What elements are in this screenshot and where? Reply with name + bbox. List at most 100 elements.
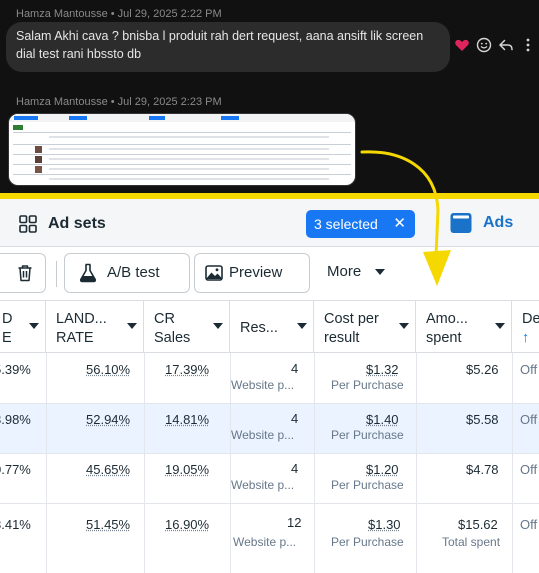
- cell-results: 4: [291, 361, 299, 376]
- message-meta: Hamza Mantousse • Jul 29, 2025 2:22 PM: [16, 8, 222, 20]
- cell-results-type: Website p...: [231, 378, 295, 392]
- cell-results-type: Website p...: [233, 535, 297, 549]
- cell-delivery: Off: [520, 362, 538, 377]
- sort-arrow-up-icon: ↑: [522, 330, 530, 346]
- cell-cr-sales: 14.81%: [165, 412, 210, 427]
- cell-cr-sales: 19.05%: [165, 462, 210, 477]
- cell-cr-sales: 17.39%: [165, 362, 210, 377]
- tab-ad-sets[interactable]: Ad sets: [48, 215, 106, 233]
- cell-delivery: Off: [520, 462, 538, 477]
- column-divider: [144, 353, 145, 573]
- message-text-line2: dial test rani hbssto db: [16, 47, 142, 61]
- chat-panel: Hamza Mantousse • Jul 29, 2025 2:22 PM S…: [0, 0, 539, 193]
- cell-delivery: Off: [520, 517, 538, 532]
- column-header-line2: spent: [426, 330, 462, 346]
- reply-icon[interactable]: [498, 37, 514, 53]
- cell-cost-per-result: $1.30: [368, 517, 401, 532]
- column-header-partial[interactable]: D E: [0, 301, 46, 353]
- cell-cost-type: Per Purchase: [331, 535, 404, 549]
- ad-sets-table: D E LAND... RATE CR Sales Res... Cost pe…: [0, 301, 539, 573]
- ads-manager-header: Ad sets 3 selected ✕ Ads: [0, 199, 539, 247]
- column-divider: [512, 353, 513, 573]
- table-row[interactable]: 5.39% 56.10% 17.39% 4 Website p... $1.32…: [0, 354, 539, 404]
- cell-partial: 5.39%: [0, 362, 31, 377]
- column-header-line2: RATE: [56, 330, 94, 346]
- cell-cost-type: Per Purchase: [331, 428, 404, 442]
- cell-results: 12: [287, 515, 302, 530]
- image-preview-icon: [205, 265, 223, 281]
- selected-count-chip[interactable]: 3 selected ✕: [306, 210, 415, 238]
- cell-amount-spent: $4.78: [466, 462, 499, 477]
- cell-results-type: Website p...: [231, 478, 295, 492]
- cell-landing-rate: 52.94%: [86, 412, 131, 427]
- cell-landing-rate: 51.45%: [86, 517, 131, 532]
- delete-button[interactable]: [0, 253, 46, 293]
- cell-cost-type: Per Purchase: [331, 378, 404, 392]
- more-dropdown[interactable]: More: [327, 263, 386, 280]
- cell-delivery: Off: [520, 412, 538, 427]
- table-summary-row: 3.41% 51.45% 16.90% 12 Website p... $1.3…: [0, 504, 539, 573]
- column-header-landing-rate[interactable]: LAND... RATE: [46, 301, 144, 353]
- message-text-line1: Salam Akhi cava ? bnisba l produit rah d…: [16, 29, 424, 43]
- trash-icon: [18, 265, 32, 282]
- message-bubble[interactable]: Salam Akhi cava ? bnisba l produit rah d…: [6, 22, 450, 72]
- preview-label: Preview: [229, 264, 283, 281]
- ads-icon: [450, 213, 472, 233]
- cell-spent-type: Total spent: [442, 535, 501, 549]
- emoji-react-icon[interactable]: [476, 37, 492, 53]
- cell-results: 4: [291, 461, 299, 476]
- column-header-line2: E: [2, 330, 12, 346]
- ad-sets-grid-icon: [19, 215, 37, 233]
- cell-cr-sales: 16.90%: [165, 517, 210, 532]
- column-divider: [46, 353, 47, 573]
- cell-amount-spent: $5.58: [466, 412, 499, 427]
- cell-amount-spent: $5.26: [466, 362, 499, 377]
- table-row[interactable]: 0.77% 45.65% 19.05% 4 Website p... $1.20…: [0, 454, 539, 504]
- column-header-cr-sales[interactable]: CR Sales: [144, 301, 230, 353]
- cell-cost-per-result: $1.20: [366, 462, 399, 477]
- cell-results-type: Website p...: [231, 428, 295, 442]
- column-divider: [230, 353, 231, 573]
- cell-cost-per-result: $1.32: [366, 362, 399, 377]
- sort-caret-icon: [29, 323, 39, 329]
- sort-caret-icon: [495, 323, 505, 329]
- ab-test-button[interactable]: A/B test: [64, 253, 190, 293]
- sort-caret-icon: [297, 323, 307, 329]
- tab-ads[interactable]: Ads: [483, 214, 513, 232]
- sort-caret-icon: [399, 323, 409, 329]
- column-header-line2: result: [324, 330, 360, 346]
- cell-results: 4: [291, 411, 299, 426]
- cell-landing-rate: 56.10%: [86, 362, 131, 377]
- clear-selection-close-icon[interactable]: ✕: [393, 210, 406, 238]
- flask-icon: [79, 263, 97, 283]
- cell-amount-spent: $15.62: [458, 517, 498, 532]
- column-header-results[interactable]: Res...: [230, 301, 314, 353]
- cell-landing-rate: 45.65%: [86, 462, 131, 477]
- toolbar-separator: [56, 261, 57, 287]
- column-header-amount-spent[interactable]: Amo... spent: [416, 301, 512, 353]
- more-label: More: [327, 263, 362, 280]
- column-header-line1: De: [522, 311, 539, 327]
- more-options-icon[interactable]: [520, 37, 536, 53]
- sort-caret-icon: [127, 323, 137, 329]
- column-header-line2: Sales: [154, 330, 191, 346]
- chevron-down-icon: [375, 269, 386, 276]
- ab-test-label: A/B test: [107, 264, 160, 281]
- table-row[interactable]: 3.98% 52.94% 14.81% 4 Website p... $1.40…: [0, 404, 539, 454]
- column-header-cost-per-result[interactable]: Cost per result: [314, 301, 416, 353]
- preview-button[interactable]: Preview: [194, 253, 310, 293]
- heart-reaction-icon[interactable]: [454, 37, 470, 53]
- sort-caret-icon: [213, 323, 223, 329]
- screenshot-attachment[interactable]: [8, 113, 356, 186]
- selected-count-label: 3 selected: [314, 216, 378, 232]
- column-divider: [314, 353, 315, 573]
- cell-cost-type: Per Purchase: [331, 478, 404, 492]
- column-divider: [416, 353, 417, 573]
- cell-partial: 3.41%: [0, 517, 31, 532]
- action-toolbar: A/B test Preview More: [0, 247, 539, 301]
- cell-partial: 0.77%: [0, 462, 31, 477]
- cell-partial: 3.98%: [0, 412, 31, 427]
- cell-cost-per-result: $1.40: [366, 412, 399, 427]
- message-meta: Hamza Mantousse • Jul 29, 2025 2:23 PM: [16, 96, 222, 108]
- column-header-delivery[interactable]: De ↑: [512, 301, 539, 353]
